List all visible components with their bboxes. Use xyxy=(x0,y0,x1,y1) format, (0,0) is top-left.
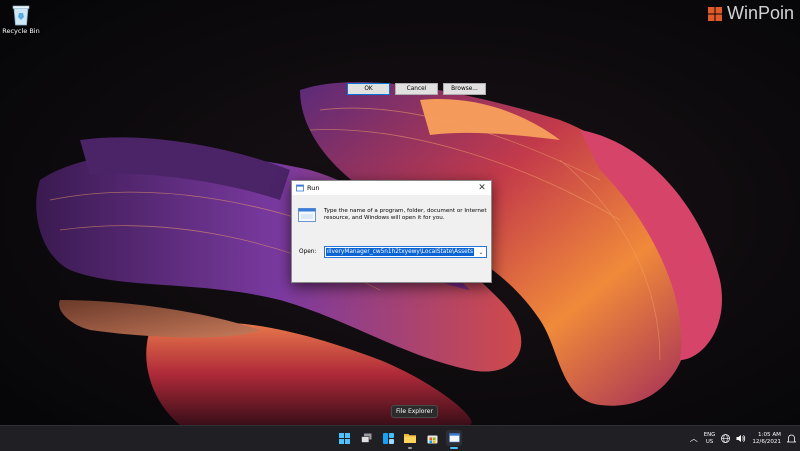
recycle-bin-label: Recycle Bin xyxy=(2,27,40,35)
windows-logo-icon xyxy=(338,432,350,444)
notification-icon[interactable] xyxy=(787,434,796,444)
widgets-button[interactable] xyxy=(380,430,396,446)
region-code: US xyxy=(705,438,714,445)
system-tray: ︿ ENG US 1:05 AM 12/6/2021 xyxy=(690,426,796,451)
taskbar-apps xyxy=(336,430,462,449)
close-icon[interactable]: ✕ xyxy=(476,182,488,194)
run-program-icon xyxy=(298,208,316,222)
watermark-text: WinPoin xyxy=(726,3,794,23)
watermark-logo: WinPoin xyxy=(707,3,794,24)
language-code: ENG xyxy=(703,432,716,438)
browse-button[interactable]: Browse... xyxy=(443,83,486,95)
folder-icon xyxy=(404,434,416,443)
recycle-bin-shortcut[interactable]: Recycle Bin xyxy=(2,4,40,35)
widgets-icon xyxy=(382,432,394,444)
open-input[interactable]: ontentDeliveryManager_cw5n1h2txyewy\Loca… xyxy=(327,248,473,256)
taskbar: ︿ ENG US 1:05 AM 12/6/2021 xyxy=(0,425,800,451)
active-indicator xyxy=(450,447,458,449)
running-indicator xyxy=(408,447,412,449)
store-icon xyxy=(427,435,437,443)
ok-button[interactable]: OK xyxy=(347,83,390,95)
run-app-button[interactable] xyxy=(446,430,462,449)
network-globe-icon[interactable] xyxy=(721,434,731,443)
run-dialog-body: Type the name of a program, folder, docu… xyxy=(292,195,491,284)
file-explorer-tooltip: File Explorer xyxy=(391,405,438,418)
store-button[interactable] xyxy=(424,430,440,446)
chevron-up-icon[interactable]: ︿ xyxy=(690,433,698,444)
run-icon xyxy=(296,184,304,192)
task-view-button[interactable] xyxy=(358,430,374,446)
clock[interactable]: 1:05 AM 12/6/2021 xyxy=(752,432,781,446)
recycle-bin-icon xyxy=(12,5,30,26)
run-dialog: Run ✕ Type the name of a program, folder… xyxy=(291,180,492,283)
file-explorer-button[interactable] xyxy=(402,430,418,449)
chevron-down-icon[interactable]: ⌄ xyxy=(475,247,486,257)
clock-time: 1:05 AM xyxy=(758,431,781,438)
task-view-icon xyxy=(360,433,371,443)
start-button[interactable] xyxy=(336,430,352,446)
open-label-text: Open: xyxy=(299,249,317,255)
run-app-icon xyxy=(448,433,460,443)
clock-date: 12/6/2021 xyxy=(752,438,781,445)
cancel-button[interactable]: Cancel xyxy=(395,83,438,95)
run-dialog-description: Type the name of a program, folder, docu… xyxy=(324,208,487,222)
run-dialog-titlebar[interactable]: Run ✕ xyxy=(292,181,491,195)
run-dialog-title: Run xyxy=(307,184,320,192)
open-label: Open: xyxy=(299,249,316,255)
volume-icon[interactable] xyxy=(736,434,746,443)
winpoin-logo-icon xyxy=(707,6,722,21)
open-combobox[interactable]: ontentDeliveryManager_cw5n1h2txyewy\Loca… xyxy=(324,246,487,258)
language-indicator[interactable]: ENG US xyxy=(704,432,716,445)
